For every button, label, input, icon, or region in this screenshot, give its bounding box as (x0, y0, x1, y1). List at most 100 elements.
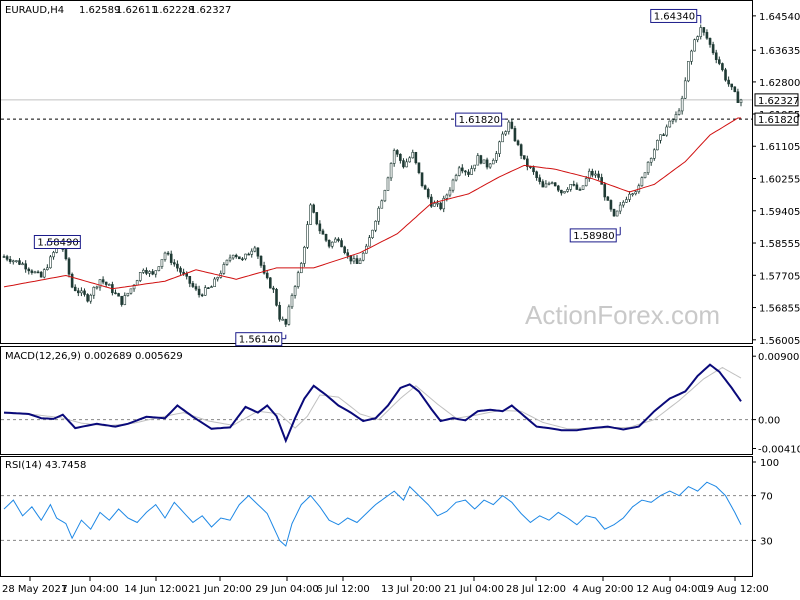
candle (371, 229, 374, 239)
candle-body (269, 277, 272, 289)
candle-body (646, 161, 650, 174)
candle-body (188, 275, 192, 284)
candle-body (73, 286, 77, 292)
candle-body (479, 155, 483, 164)
macd-tick-label: 0.00 (758, 416, 780, 427)
candle-body (680, 97, 684, 112)
candle (309, 203, 312, 225)
candle-body (733, 86, 737, 93)
candle-body (95, 286, 99, 289)
candle-body (454, 175, 458, 181)
candle-body (535, 171, 538, 178)
candle-body (572, 184, 576, 186)
candle-body (86, 294, 89, 302)
candle-body (238, 256, 241, 260)
candle-body (693, 39, 696, 52)
candle-body (643, 172, 647, 179)
candle-body (578, 189, 582, 191)
candle (612, 208, 616, 217)
candle-body (522, 155, 526, 160)
price-tick-label: 1.56855 (759, 304, 800, 315)
ohlc-close: 1.62327 (190, 5, 231, 16)
candle-body (213, 278, 216, 287)
price-annotation: 1.56140 (235, 332, 287, 347)
candle-body (470, 168, 473, 175)
macd-title: MACD(12,26,9) 0.002689 0.005629 (5, 351, 183, 362)
watermark: ActionForex.com (525, 300, 720, 330)
candle-body (408, 157, 411, 163)
candle-body (495, 153, 498, 161)
candle-body (46, 267, 49, 270)
candle-body (151, 271, 154, 275)
candle-body (507, 121, 511, 132)
candle-body (8, 259, 12, 262)
candle-body (683, 80, 687, 99)
candle (49, 255, 52, 269)
candle-body (392, 150, 396, 164)
candle-body (293, 286, 297, 296)
candle-body (665, 126, 668, 136)
candle-body (445, 194, 449, 199)
candle-body (597, 173, 600, 178)
candle-body (231, 254, 235, 259)
candle-body (120, 295, 123, 305)
candle (315, 212, 319, 226)
candle-body (386, 177, 390, 191)
candle-body (135, 280, 139, 286)
candle-body (52, 252, 55, 258)
candle (380, 199, 384, 209)
ohlc-high: 1.62611 (116, 5, 157, 16)
candle (417, 162, 421, 175)
time-tick-label: 14 Jun 12:00 (124, 584, 188, 595)
candle-body (148, 271, 151, 274)
candle-body (173, 262, 176, 265)
candle-body (510, 121, 514, 129)
candle-body (581, 185, 585, 190)
candle-body (101, 279, 105, 283)
candle-body (145, 269, 148, 274)
candle-body (126, 292, 130, 296)
candle-body (451, 179, 455, 191)
candle-body (256, 247, 260, 257)
candle-body (253, 247, 257, 252)
time-tick-label: 12 Aug 04:00 (636, 584, 703, 595)
candle (386, 176, 390, 191)
price-annotation: 1.58490 (33, 234, 81, 249)
candle-body (461, 167, 464, 172)
candle-body (600, 177, 603, 185)
candle-body (609, 200, 613, 210)
time-tick-label: 21 Jun 20:00 (188, 584, 252, 595)
candle-body (721, 63, 724, 71)
candle (687, 61, 690, 83)
candle-body (504, 131, 507, 135)
candle-body (724, 69, 727, 81)
candle-body (312, 204, 315, 213)
candle-body (547, 183, 551, 185)
candle (117, 292, 120, 297)
candle-body (739, 99, 743, 103)
candle-body (541, 181, 545, 188)
candle-body (402, 160, 405, 168)
price-annotation: 1.64340 (650, 8, 702, 24)
candle-body (321, 230, 325, 235)
candle (306, 221, 309, 249)
candle-body (117, 293, 120, 297)
price-tick-label: 1.60255 (759, 175, 800, 186)
candle-body (417, 162, 421, 174)
candle (383, 189, 387, 203)
candle-body (138, 272, 142, 281)
candle-body (482, 159, 486, 164)
candle-body (259, 255, 263, 266)
candle-body (306, 224, 309, 248)
candle-body (628, 193, 631, 200)
candle-body (414, 152, 418, 164)
price-tick-label: 1.58555 (759, 239, 800, 250)
candle (640, 176, 644, 187)
annotation-label: 1.58490 (37, 237, 78, 248)
annotation-label: 1.64340 (654, 11, 695, 22)
candle-body (166, 252, 170, 255)
candle-body (553, 182, 557, 187)
candle-body (569, 184, 572, 190)
candle-body (473, 164, 476, 169)
candle-body (290, 295, 294, 308)
